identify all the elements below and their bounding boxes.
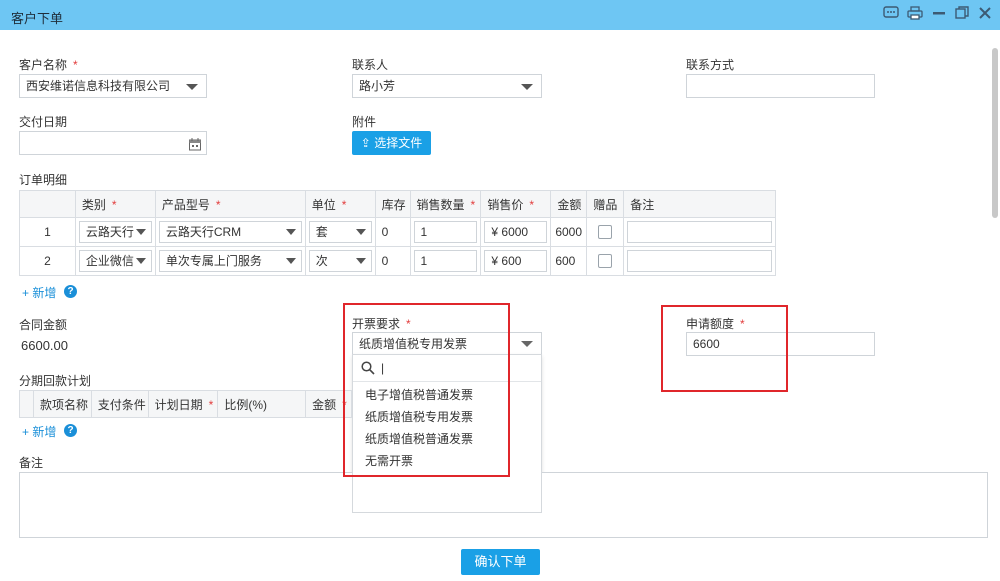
qty-input[interactable]: 1 [413,221,478,243]
invoice-dropdown-bottom [352,472,542,513]
scrollbar[interactable] [992,48,998,218]
upload-icon: ⇪ [360,136,371,150]
help-icon[interactable]: ? [64,424,77,437]
table-header-row: 款项名称 支付条件 计划日期 * 比例(%) 金额 * [19,390,352,418]
col-header-qty: 销售数量 * [409,190,482,218]
col-header-category: 类别 * [74,190,156,218]
customer-label: 客户名称 * [19,58,78,72]
gift-checkbox[interactable] [598,254,613,268]
print-icon[interactable] [906,6,924,24]
chevron-down-icon [135,258,146,264]
col-header-amount: 金额 [550,190,588,218]
price-input[interactable]: ¥ 6000 [484,221,548,243]
gift-checkbox[interactable] [598,225,613,239]
order-details-label: 订单明细 [19,173,68,187]
delivery-date-label: 交付日期 [19,115,68,129]
chevron-down-icon [285,258,296,264]
chevron-down-icon [521,84,533,90]
row-index: 2 [19,246,76,276]
model-select[interactable]: 云路天行CRM [158,221,302,243]
table-header-row: 类别 * 产品型号 * 单位 * 库存 销售数量 * 销售价 * 金额 赠品 备注 [19,190,776,218]
order-details-table: 类别 * 产品型号 * 单位 * 库存 销售数量 * 销售价 * 金额 赠品 备注 1 云… [19,190,776,276]
col-header-item-name: 款项名称 [32,390,92,418]
chevron-down-icon [135,229,146,235]
remark-input[interactable] [627,221,772,243]
category-select[interactable]: 企业微信 [78,250,152,272]
stock-value: 0 [374,217,411,247]
remark-input[interactable] [627,250,772,272]
model-select[interactable]: 单次专属上门服务 [158,250,302,272]
col-header-gift: 赠品 [586,190,625,218]
close-icon[interactable] [976,6,994,24]
delivery-date-input[interactable] [19,131,207,155]
contact-method-label: 联系方式 [686,58,735,72]
add-order-row-button[interactable]: + 新增 [22,284,56,301]
amount-value: 6000 [550,217,588,247]
qty-input[interactable]: 1 [413,250,478,272]
col-header-model: 产品型号 * [154,190,306,218]
stock-value: 0 [374,246,411,276]
confirm-order-button[interactable]: 确认下单 [461,549,540,575]
calendar-icon[interactable] [189,136,201,154]
window-title: 客户下单 [11,11,64,26]
col-header-pay-condition: 支付条件 [90,390,149,418]
contact-label: 联系人 [352,58,389,72]
attachment-label: 附件 [352,115,377,129]
col-header-remark: 备注 [623,190,776,218]
choose-file-button[interactable]: ⇪ 选择文件 [352,131,431,155]
chevron-down-icon [186,84,198,90]
add-installment-button[interactable]: + 新增 [22,423,56,440]
contract-amount-label: 合同金额 [19,318,68,332]
restore-icon[interactable] [953,6,971,24]
customer-value: 西安维诺信息科技有限公司 [26,79,171,93]
contact-method-input[interactable] [686,74,875,98]
price-input[interactable]: ¥ 600 [484,250,548,272]
unit-select[interactable]: 次 [308,250,372,272]
installments-label: 分期回款计划 [19,374,92,388]
chevron-down-icon [355,229,366,235]
col-header-index [19,190,76,218]
chat-icon[interactable] [882,6,900,24]
title-bar: 客户下单 [0,0,1000,30]
contact-value: 路小芳 [359,79,396,93]
category-select[interactable]: 云路天行 [78,221,152,243]
customer-select[interactable]: 西安维诺信息科技有限公司 [19,74,207,98]
help-icon[interactable]: ? [64,285,77,298]
contract-amount-value: 6600.00 [21,338,68,353]
chevron-down-icon [355,258,366,264]
amount-value: 600 [550,246,588,276]
chevron-down-icon [285,229,296,235]
installments-table: 款项名称 支付条件 计划日期 * 比例(%) 金额 * [19,390,352,418]
table-row: 2 企业微信 单次专属上门服务 次 0 1 ¥ 600 600 [19,246,776,276]
minimize-icon[interactable] [930,6,948,24]
row-index: 1 [19,217,76,247]
remarks-label: 备注 [19,456,44,470]
highlight-box [661,305,788,392]
highlight-box [343,303,510,477]
col-header-stock: 库存 [374,190,411,218]
col-header-plan-date: 计划日期 * [147,390,219,418]
contact-select[interactable]: 路小芳 [352,74,542,98]
table-row: 1 云路天行 云路天行CRM 套 0 1 ¥ 6000 6000 [19,217,776,247]
unit-select[interactable]: 套 [308,221,372,243]
col-header-price: 销售价 * [480,190,552,218]
col-header-unit: 单位 * [304,190,376,218]
col-header-ratio: 比例(%) [217,390,307,418]
chevron-down-icon [521,341,533,347]
